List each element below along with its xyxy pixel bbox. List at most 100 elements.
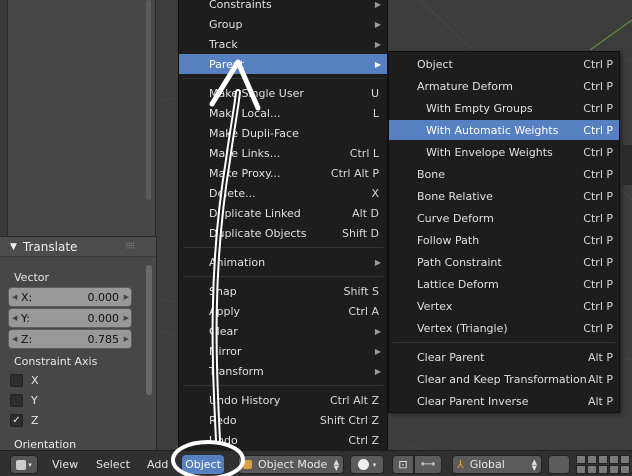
parent-submenu: Object Ctrl P Armature Deform Ctrl P With … [388, 51, 620, 413]
menu-object[interactable]: Object [182, 455, 224, 474]
menu-item-make-local[interactable]: Make Local... L [179, 103, 387, 123]
layer-button[interactable] [576, 455, 586, 464]
submenu-item-clear-keep-transformation[interactable]: Clear and Keep Transformation Alt P [389, 369, 619, 389]
submenu-item-bone-relative[interactable]: Bone Relative Ctrl P [389, 186, 619, 206]
menu-item-delete[interactable]: Delete... X [179, 183, 387, 203]
menu-item-group[interactable]: Group ▶ [179, 14, 387, 34]
menu-item-parent[interactable]: Parent ▶ [179, 54, 387, 74]
increment-arrow-icon[interactable]: ▶ [124, 335, 129, 343]
increment-arrow-icon[interactable]: ▶ [124, 293, 129, 301]
menu-item-make-links[interactable]: Make Links... Ctrl L [179, 143, 387, 163]
submenu-item-clear-parent[interactable]: Clear Parent Alt P [389, 347, 619, 367]
constraint-z-checkbox[interactable]: ✓ [10, 414, 23, 427]
vector-z-field[interactable]: ◀ Z: 0.785 ▶ [8, 329, 132, 349]
menu-item-duplicate-objects[interactable]: Duplicate Objects Shift D [179, 223, 387, 243]
menu-item-duplicate-linked[interactable]: Duplicate Linked Alt D [179, 203, 387, 223]
submenu-item-lattice-deform[interactable]: Lattice Deform Ctrl P [389, 274, 619, 294]
submenu-arrow-icon: ▶ [374, 346, 381, 356]
constraint-y-checkbox[interactable] [10, 394, 23, 407]
orientation-label: Global [469, 458, 505, 471]
editor-type-button[interactable]: ▾ [10, 455, 38, 474]
cube-icon [16, 459, 27, 470]
operator-panel: ▼ Translate ⁝⁝⁝⁝ Vector ◀ X: 0.000 ▶ ◀ Y… [0, 236, 157, 450]
vector-y-field[interactable]: ◀ Y: 0.000 ▶ [8, 308, 132, 328]
vector-x-field[interactable]: ◀ X: 0.000 ▶ [8, 287, 132, 307]
menu-item-redo[interactable]: Redo Shift Ctrl Z [179, 410, 387, 430]
decrement-arrow-icon[interactable]: ◀ [12, 335, 17, 343]
constraint-x-checkbox[interactable] [10, 374, 23, 387]
submenu-item-label: Curve Deform [417, 211, 494, 225]
submenu-item-label: Bone [417, 167, 446, 181]
tool-shelf-scrollbar[interactable] [146, 0, 151, 200]
menu-item-track[interactable]: Track ▶ [179, 34, 387, 54]
submenu-item-vertex[interactable]: Vertex Ctrl P [389, 296, 619, 316]
submenu-item-shortcut: Ctrl P [583, 123, 613, 137]
menu-item-apply[interactable]: Apply Ctrl A [179, 301, 387, 321]
menu-item-label: Delete... [209, 186, 256, 200]
tool-shelf-tabs[interactable] [0, 0, 8, 236]
menu-item-label: Transform [209, 364, 264, 378]
submenu-item-path-constraint[interactable]: Path Constraint Ctrl P [389, 252, 619, 272]
submenu-item-armature-deform[interactable]: Armature Deform Ctrl P [389, 76, 619, 96]
menu-item-transform[interactable]: Transform ▶ [179, 361, 387, 381]
menu-item-undo[interactable]: Undo Ctrl Z [179, 430, 387, 450]
submenu-item-vertex-triangle[interactable]: Vertex (Triangle) Ctrl P [389, 318, 619, 338]
layer-grid[interactable] [576, 455, 632, 474]
layer-button[interactable] [587, 465, 597, 474]
pivot-point-button[interactable]: ⊡ [392, 455, 414, 474]
layer-button[interactable] [620, 455, 630, 464]
decrement-arrow-icon[interactable]: ◀ [12, 293, 17, 301]
menu-item-clear[interactable]: Clear ▶ [179, 321, 387, 341]
layer-button[interactable] [598, 455, 608, 464]
submenu-item-object[interactable]: Object Ctrl P [389, 54, 619, 74]
layer-toggle-button[interactable] [548, 455, 570, 474]
menu-item-label: Mirror [209, 344, 242, 358]
collapse-triangle-icon[interactable]: ▼ [10, 242, 17, 252]
menu-item-constraints[interactable]: Constraints ▶ [179, 0, 387, 14]
submenu-item-with-envelope-weights[interactable]: With Envelope Weights Ctrl P [389, 142, 619, 162]
layer-button[interactable] [587, 455, 597, 464]
updown-arrow-icon: ▲ ▼ [531, 457, 537, 472]
submenu-item-label: Vertex (Triangle) [417, 321, 508, 335]
menu-item-make-dupli-face[interactable]: Make Dupli-Face [179, 123, 387, 143]
menu-item-mirror[interactable]: Mirror ▶ [179, 341, 387, 361]
viewport-shading-button[interactable]: ▾ [350, 455, 384, 474]
decrement-arrow-icon[interactable]: ◀ [12, 314, 17, 322]
increment-arrow-icon[interactable]: ▶ [124, 314, 129, 322]
menu-item-label: Clear [209, 324, 238, 338]
submenu-item-follow-path[interactable]: Follow Path Ctrl P [389, 230, 619, 250]
menu-item-label: Make Dupli-Face [209, 126, 299, 140]
transform-orientation-selector[interactable]: ⅄ Global ▲ ▼ [452, 455, 542, 474]
submenu-item-label: Follow Path [417, 233, 480, 247]
properties-region-tab[interactable] [620, 145, 632, 185]
submenu-item-with-empty-groups[interactable]: With Empty Groups Ctrl P [389, 98, 619, 118]
menu-item-animation[interactable]: Animation ▶ [179, 252, 387, 272]
menu-item-make-single-user[interactable]: Make Single User U [179, 83, 387, 103]
submenu-item-shortcut: Ctrl P [583, 189, 613, 203]
menu-item-make-proxy[interactable]: Make Proxy... Ctrl Alt P [179, 163, 387, 183]
submenu-item-bone[interactable]: Bone Ctrl P [389, 164, 619, 184]
submenu-arrow-icon: ▶ [374, 39, 381, 49]
submenu-arrow-icon: ▶ [374, 257, 381, 267]
layer-button[interactable] [620, 465, 630, 474]
submenu-item-shortcut: Ctrl P [583, 167, 613, 181]
layer-button[interactable] [598, 465, 608, 474]
menu-select[interactable]: Select [96, 455, 130, 474]
layer-button[interactable] [609, 465, 619, 474]
operator-panel-header[interactable]: ▼ Translate ⁝⁝⁝⁝ [0, 237, 156, 257]
mode-selector[interactable]: Object Mode ▲ ▼ [238, 455, 344, 474]
vector-z-value: 0.785 [87, 332, 120, 346]
drag-grip-icon[interactable]: ⁝⁝⁝⁝ [125, 241, 135, 252]
layer-button[interactable] [576, 465, 586, 474]
menu-item-undo-history[interactable]: Undo History Ctrl Alt Z [179, 390, 387, 410]
menu-item-snap[interactable]: Snap Shift S [179, 281, 387, 301]
manipulator-icon: ⟷ [420, 459, 436, 470]
menu-add[interactable]: Add [147, 455, 168, 474]
submenu-item-curve-deform[interactable]: Curve Deform Ctrl P [389, 208, 619, 228]
submenu-item-with-automatic-weights[interactable]: With Automatic Weights Ctrl P [389, 120, 619, 140]
layer-button[interactable] [609, 455, 619, 464]
operator-panel-scrollbar[interactable] [146, 265, 152, 395]
menu-view[interactable]: View [52, 455, 78, 474]
submenu-item-clear-parent-inverse[interactable]: Clear Parent Inverse Alt P [389, 391, 619, 411]
manipulator-toggle[interactable]: ⟷ [414, 455, 442, 474]
